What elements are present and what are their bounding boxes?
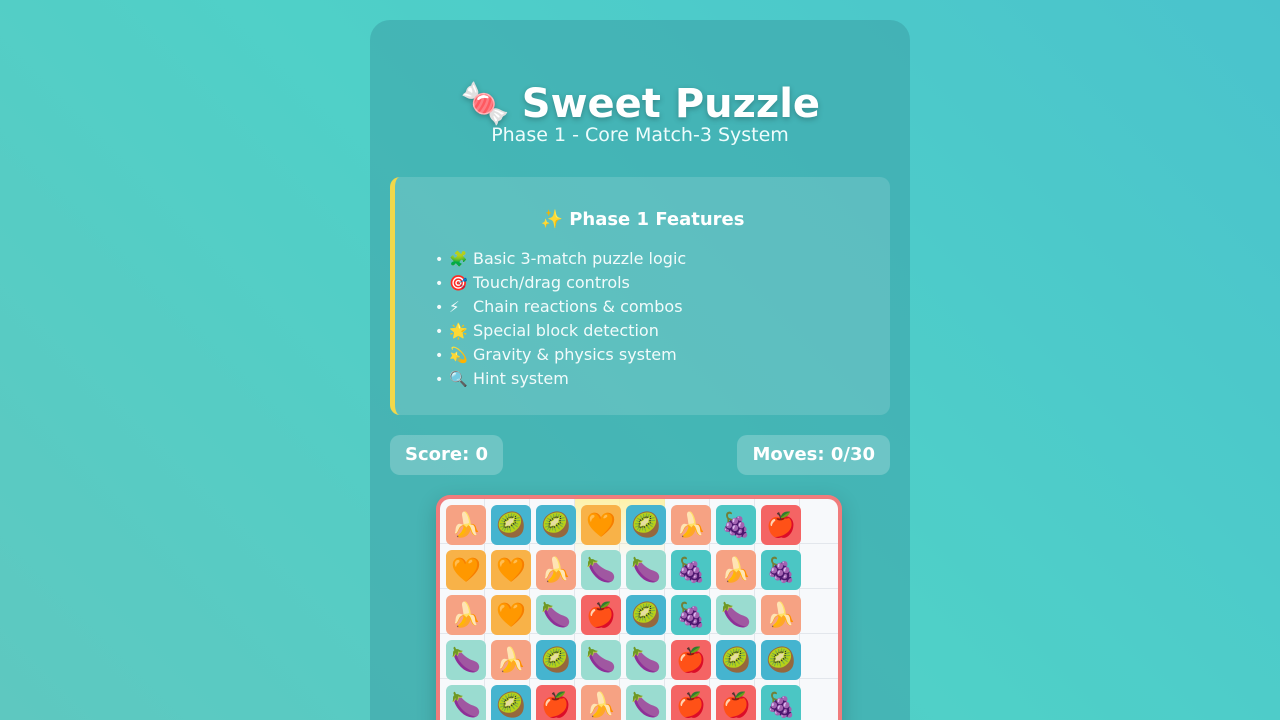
bullet-icon: • (435, 348, 444, 364)
candy-icon: 🍬 (459, 81, 510, 127)
game-board[interactable]: 🍌 🥝 🥝 🧡 🥝 🍌 🍇 🍎 🧡 🧡 🍌 🍆 🍆 🍇 🍌 🍇 🍌 🧡 🍆 🍎 🥝 🍇 🍆 🍌 🍆 🍌 🥝 🍆 🍆 🍎 🥝 🥝 🍆 🥝 🍎 🍌 🍆 🍎 🍎 🍇 (436, 495, 842, 720)
banana-tile[interactable]: 🍌 (446, 505, 486, 545)
kiwi-tile[interactable]: 🥝 (626, 505, 666, 545)
kiwi-tile[interactable]: 🥝 (536, 640, 576, 680)
bullet-icon: • (435, 252, 444, 268)
grapes-tile[interactable]: 🍇 (716, 505, 756, 545)
kiwi-tile[interactable]: 🥝 (491, 505, 531, 545)
feature-label: Touch/drag controls (473, 273, 630, 292)
eggplant-tile[interactable]: 🍆 (716, 595, 756, 635)
bullet-icon: • (435, 300, 444, 316)
apple-tile[interactable]: 🍎 (761, 505, 801, 545)
feature-item: • 🔍 Hint system (435, 367, 686, 391)
heart-tile[interactable]: 🧡 (581, 505, 621, 545)
feature-label: Special block detection (473, 321, 659, 340)
feature-item: • ⚡ Chain reactions & combos (435, 295, 686, 319)
lightning-icon: ⚡ (449, 298, 460, 316)
kiwi-tile[interactable]: 🥝 (716, 640, 756, 680)
apple-tile[interactable]: 🍎 (671, 685, 711, 720)
banana-tile[interactable]: 🍌 (761, 595, 801, 635)
banana-tile[interactable]: 🍌 (491, 640, 531, 680)
target-icon: 🎯 (449, 274, 468, 292)
bullet-icon: • (435, 276, 444, 292)
grapes-tile[interactable]: 🍇 (671, 595, 711, 635)
heart-tile[interactable]: 🧡 (491, 595, 531, 635)
feature-item: • 🌟 Special block detection (435, 319, 686, 343)
apple-tile[interactable]: 🍎 (536, 685, 576, 720)
eggplant-tile[interactable]: 🍆 (446, 640, 486, 680)
bullet-icon: • (435, 372, 444, 388)
eggplant-tile[interactable]: 🍆 (536, 595, 576, 635)
banana-tile[interactable]: 🍌 (536, 550, 576, 590)
features-list: • 🧩 Basic 3-match puzzle logic • 🎯 Touch/drag… (435, 247, 686, 391)
banana-tile[interactable]: 🍌 (581, 685, 621, 720)
eggplant-tile[interactable]: 🍆 (626, 640, 666, 680)
bullet-icon: • (435, 324, 444, 340)
banana-tile[interactable]: 🍌 (446, 595, 486, 635)
banana-tile[interactable]: 🍌 (671, 505, 711, 545)
feature-item: • 💫 Gravity & physics system (435, 343, 686, 367)
score-display: Score: 0 (390, 435, 504, 475)
star-icon: 🌟 (449, 322, 468, 340)
apple-tile[interactable]: 🍎 (581, 595, 621, 635)
puzzle-piece-icon: 🧩 (449, 250, 468, 268)
game-panel: 🍬 Sweet Puzzle Phase 1 - Core Match-3 Sys… (370, 20, 910, 720)
grapes-tile[interactable]: 🍇 (761, 685, 801, 720)
kiwi-tile[interactable]: 🥝 (626, 595, 666, 635)
eggplant-tile[interactable]: 🍆 (581, 550, 621, 590)
feature-item: • 🧩 Basic 3-match puzzle logic (435, 247, 686, 271)
grapes-tile[interactable]: 🍇 (671, 550, 711, 590)
heart-tile[interactable]: 🧡 (446, 550, 486, 590)
kiwi-tile[interactable]: 🥝 (761, 640, 801, 680)
features-title: ✨ Phase 1 Features (540, 209, 745, 230)
eggplant-tile[interactable]: 🍆 (626, 550, 666, 590)
feature-item: • 🎯 Touch/drag controls (435, 271, 686, 295)
eggplant-tile[interactable]: 🍆 (626, 685, 666, 720)
moves-display: Moves: 0/30 (737, 435, 890, 475)
eggplant-tile[interactable]: 🍆 (446, 685, 486, 720)
features-card: ✨ Phase 1 Features • 🧩 Basic 3-match puzzl… (390, 177, 890, 415)
title-text: Sweet Puzzle (521, 81, 821, 127)
feature-label: Hint system (473, 369, 569, 388)
eggplant-tile[interactable]: 🍆 (581, 640, 621, 680)
feature-label: Chain reactions & combos (473, 297, 683, 316)
apple-tile[interactable]: 🍎 (716, 685, 756, 720)
heart-tile[interactable]: 🧡 (491, 550, 531, 590)
kiwi-tile[interactable]: 🥝 (491, 685, 531, 720)
dizzy-star-icon: 💫 (449, 346, 468, 364)
feature-label: Gravity & physics system (473, 345, 677, 364)
page-subtitle: Phase 1 - Core Match-3 System (491, 124, 789, 146)
kiwi-tile[interactable]: 🥝 (536, 505, 576, 545)
feature-label: Basic 3-match puzzle logic (473, 249, 687, 268)
apple-tile[interactable]: 🍎 (671, 640, 711, 680)
banana-tile[interactable]: 🍌 (716, 550, 756, 590)
page-title: 🍬 Sweet Puzzle (370, 80, 910, 127)
grapes-tile[interactable]: 🍇 (761, 550, 801, 590)
magnifier-icon: 🔍 (449, 370, 468, 388)
